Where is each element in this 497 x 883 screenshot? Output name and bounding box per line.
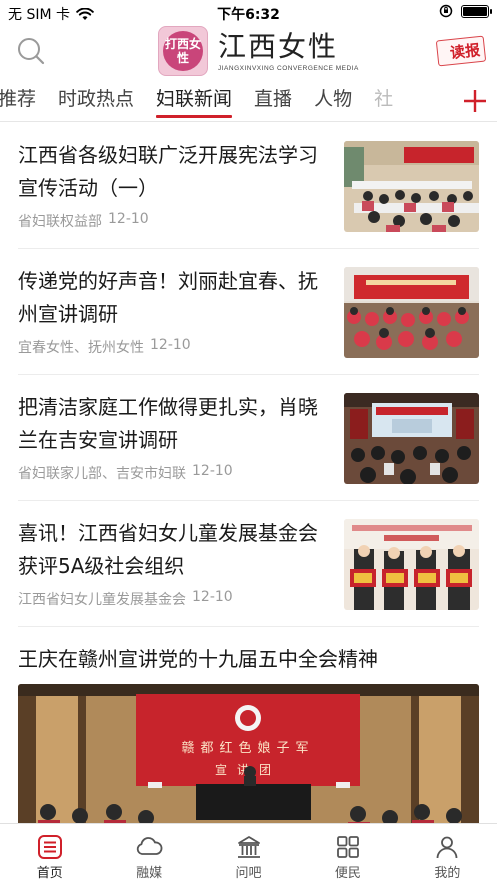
nav-media-label: 融媒 [136, 866, 163, 881]
featured-news-title: 王庆在赣州宣讲党的十九届五中全会精神 [18, 647, 378, 671]
tab-womens-federation-news[interactable]: 妇联新闻 [145, 80, 243, 121]
tab-people[interactable]: 人物 [303, 80, 363, 121]
home-icon [37, 835, 62, 859]
tab-strip: 推荐 时政热点 妇联新闻 直播 人物 社 [0, 80, 404, 121]
news-meta: 江西省妇女儿童发展基金会 12-10 [18, 589, 233, 609]
channel-tabs: 推荐 时政热点 妇联新闻 直播 人物 社 [0, 80, 497, 122]
news-meta: 省妇联权益部 12-10 [18, 211, 149, 231]
news-meta: 宜春女性、抚州女性 12-10 [18, 337, 191, 357]
news-thumbnail [344, 267, 479, 358]
grid-icon [337, 836, 359, 858]
news-thumbnail [344, 141, 479, 232]
news-feed: 江西省各级妇联广泛开展宪法学习宣传活动（一） 省妇联权益部 12-10 传递党的… [0, 123, 497, 823]
nav-ask-label: 问吧 [235, 866, 262, 881]
news-source: 宜春女性、抚州女性 [18, 340, 144, 356]
bottom-tab-bar: 首页 融媒 问吧 便民 我的 [0, 823, 497, 883]
news-item[interactable]: 把清洁家庭工作做得更扎实，肖晓兰在吉安宣讲调研 省妇联家儿部、吉安市妇联 12-… [18, 375, 479, 501]
add-channel-button[interactable] [453, 80, 497, 121]
search-button[interactable] [16, 36, 48, 68]
nav-ask[interactable]: 问吧 [199, 824, 298, 883]
news-date: 12-10 [192, 589, 233, 605]
nav-services[interactable]: 便民 [298, 824, 397, 883]
news-source: 江西省妇女儿童发展基金会 [18, 592, 186, 608]
person-icon [436, 836, 458, 859]
nav-media[interactable]: 融媒 [99, 824, 198, 883]
news-item[interactable]: 喜讯！江西省妇女儿童发展基金会获评5A级社会组织 江西省妇女儿童发展基金会 12… [18, 501, 479, 627]
news-title: 喜讯！江西省妇女儿童发展基金会获评5A级社会组织 [18, 521, 318, 578]
nav-home-label: 首页 [36, 866, 63, 881]
news-thumbnail [344, 519, 479, 610]
news-title: 江西省各级妇联广泛开展宪法学习宣传活动（一） [18, 143, 318, 200]
tab-community[interactable]: 社 [363, 80, 404, 121]
orientation-lock-icon [439, 4, 453, 18]
news-date: 12-10 [108, 211, 149, 227]
nav-home[interactable]: 首页 [0, 824, 99, 883]
reader-button[interactable]: 读报 [435, 35, 487, 67]
news-date: 12-10 [192, 463, 233, 479]
logo-text: 江西女性 JIANGXINVXING CONVERGENCE MEDIA [218, 29, 359, 72]
tab-fade [425, 80, 455, 121]
app-title: 江西女性 [218, 29, 339, 63]
plus-icon [464, 90, 486, 112]
search-icon [18, 38, 45, 65]
news-title: 传递党的好声音！刘丽赴宜春、抚州宣讲调研 [18, 269, 318, 326]
news-item[interactable]: 传递党的好声音！刘丽赴宜春、抚州宣讲调研 宜春女性、抚州女性 12-10 [18, 249, 479, 375]
app-subtitle: JIANGXINVXING CONVERGENCE MEDIA [218, 64, 359, 72]
building-icon [237, 836, 260, 858]
nav-services-label: 便民 [334, 866, 361, 881]
nav-profile[interactable]: 我的 [398, 824, 497, 883]
logo-mark: 打西女性 [158, 26, 208, 76]
tab-live[interactable]: 直播 [243, 80, 303, 121]
news-item[interactable]: 江西省各级妇联广泛开展宪法学习宣传活动（一） 省妇联权益部 12-10 [18, 123, 479, 249]
cloud-icon [136, 837, 163, 855]
reader-label: 读报 [449, 40, 481, 62]
news-meta: 省妇联家儿部、吉安市妇联 12-10 [18, 463, 233, 483]
banner-line1: 赣都红色娘子军 [181, 740, 314, 756]
nav-profile-label: 我的 [434, 866, 461, 881]
status-right [439, 4, 492, 18]
news-thumbnail [344, 393, 479, 484]
news-title: 把清洁家庭工作做得更扎实，肖晓兰在吉安宣讲调研 [18, 395, 318, 452]
tab-recommend[interactable]: 推荐 [0, 80, 47, 121]
app-header: 打西女性 江西女性 JIANGXINVXING CONVERGENCE MEDI… [0, 24, 497, 80]
battery-icon [461, 4, 492, 18]
tab-politics[interactable]: 时政热点 [47, 80, 145, 121]
news-date: 12-10 [150, 337, 191, 353]
status-bar: 无 SIM 卡 下午6:32 [0, 0, 497, 24]
featured-news-image: 赣都红色娘子军 宣讲团 [18, 684, 479, 823]
status-time: 下午6:32 [217, 7, 280, 23]
logo-mark-text: 打西女性 [163, 31, 203, 71]
app-logo: 打西女性 江西女性 JIANGXINVXING CONVERGENCE MEDI… [158, 26, 359, 76]
news-source: 省妇联权益部 [18, 214, 102, 230]
news-source: 省妇联家儿部、吉安市妇联 [18, 466, 186, 482]
